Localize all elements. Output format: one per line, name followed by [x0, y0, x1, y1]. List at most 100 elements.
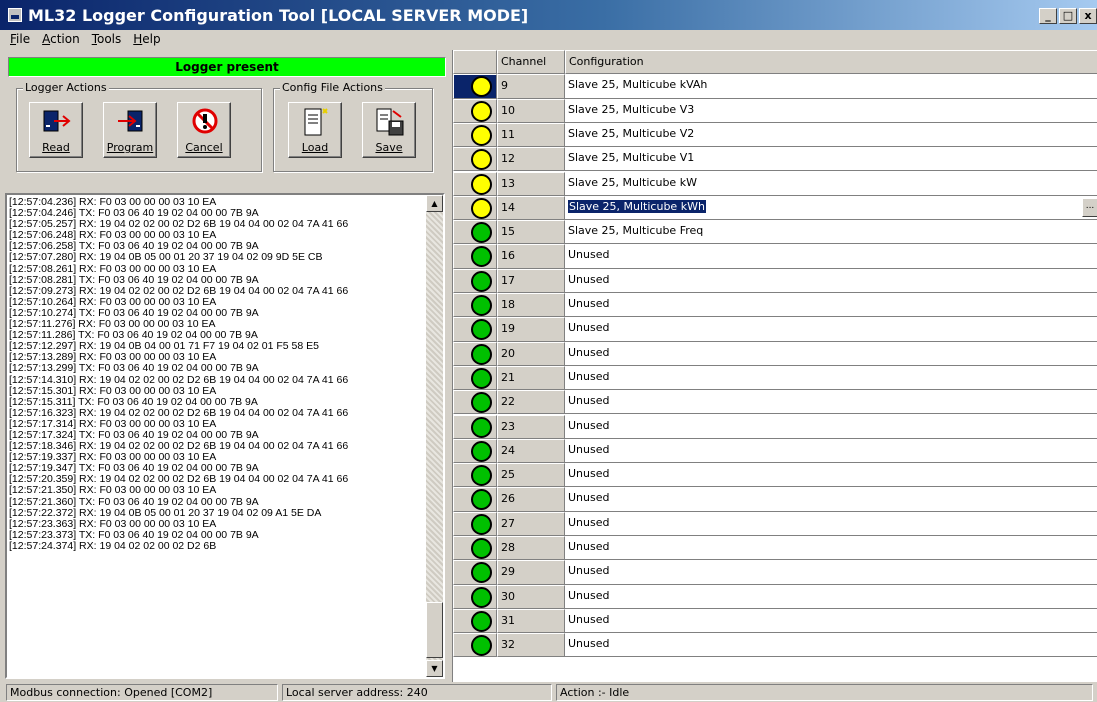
- row-indicator-cell[interactable]: [453, 608, 497, 634]
- row-indicator-cell[interactable]: [453, 390, 497, 415]
- channel-row[interactable]: 13 Slave 25, Multicube kW: [453, 171, 1097, 196]
- configuration-cell[interactable]: Slave 25, Multicube kVAh: [565, 74, 1097, 99]
- channel-cell[interactable]: 22: [497, 390, 565, 415]
- channel-row[interactable]: 30 Unused: [453, 584, 1097, 609]
- row-indicator-cell[interactable]: [453, 365, 497, 391]
- program-button[interactable]: Program: [103, 102, 157, 158]
- configuration-cell[interactable]: Slave 25, Multicube kWh...: [565, 195, 1097, 221]
- configuration-cell[interactable]: Unused: [565, 560, 1097, 585]
- log-scrollbar[interactable]: ▲ ▼: [426, 195, 443, 677]
- channel-cell[interactable]: 9: [497, 74, 565, 99]
- row-indicator-cell[interactable]: [453, 195, 497, 221]
- configuration-cell[interactable]: Unused: [565, 438, 1097, 464]
- channel-cell[interactable]: 12: [497, 147, 565, 172]
- row-indicator-cell[interactable]: [453, 438, 497, 464]
- channel-row[interactable]: 10 Slave 25, Multicube V3: [453, 98, 1097, 123]
- row-indicator-cell[interactable]: [453, 147, 497, 172]
- header-configuration[interactable]: Configuration: [565, 50, 1097, 75]
- cancel-button[interactable]: Cancel: [177, 102, 231, 158]
- row-indicator-cell[interactable]: [453, 633, 497, 658]
- channel-row[interactable]: 24 Unused: [453, 438, 1097, 464]
- channel-cell[interactable]: 16: [497, 244, 565, 269]
- configuration-cell[interactable]: Slave 25, Multicube Freq: [565, 220, 1097, 245]
- channel-row[interactable]: 19 Unused: [453, 317, 1097, 342]
- row-indicator-cell[interactable]: [453, 268, 497, 293]
- menu-action[interactable]: Action: [36, 30, 86, 50]
- edit-config-ellipsis-button[interactable]: ...: [1082, 197, 1097, 217]
- configuration-cell[interactable]: Unused: [565, 317, 1097, 342]
- configuration-cell[interactable]: Unused: [565, 463, 1097, 488]
- channel-row[interactable]: 29 Unused: [453, 560, 1097, 585]
- configuration-cell[interactable]: Unused: [565, 390, 1097, 415]
- row-indicator-cell[interactable]: [453, 536, 497, 561]
- scroll-down-arrow-icon[interactable]: ▼: [426, 660, 443, 677]
- channel-cell[interactable]: 19: [497, 317, 565, 342]
- channel-row[interactable]: 27 Unused: [453, 511, 1097, 536]
- row-indicator-cell[interactable]: [453, 317, 497, 342]
- row-indicator-cell[interactable]: [453, 487, 497, 512]
- row-indicator-cell[interactable]: [453, 74, 497, 99]
- configuration-cell[interactable]: Slave 25, Multicube kW: [565, 171, 1097, 196]
- channel-cell[interactable]: 30: [497, 584, 565, 609]
- channel-cell[interactable]: 32: [497, 633, 565, 658]
- configuration-cell[interactable]: Unused: [565, 293, 1097, 318]
- channel-cell[interactable]: 27: [497, 511, 565, 536]
- configuration-cell[interactable]: Slave 25, Multicube V2: [565, 122, 1097, 148]
- configuration-cell[interactable]: Unused: [565, 268, 1097, 293]
- row-indicator-cell[interactable]: [453, 122, 497, 148]
- channel-row[interactable]: 23 Unused: [453, 414, 1097, 439]
- configuration-cell[interactable]: Unused: [565, 341, 1097, 366]
- row-indicator-cell[interactable]: [453, 414, 497, 439]
- menu-help[interactable]: Help: [127, 30, 166, 50]
- channel-cell[interactable]: 28: [497, 536, 565, 561]
- channel-cell[interactable]: 10: [497, 98, 565, 123]
- channel-cell[interactable]: 24: [497, 438, 565, 464]
- scroll-thumb[interactable]: [426, 602, 443, 658]
- app-icon[interactable]: [8, 8, 22, 22]
- menu-file[interactable]: File: [4, 30, 36, 50]
- channel-row[interactable]: 17 Unused: [453, 268, 1097, 293]
- communication-log[interactable]: [12:57:04.236] RX: F0 03 00 00 00 03 10 …: [5, 193, 445, 679]
- configuration-cell[interactable]: Unused: [565, 365, 1097, 391]
- channel-cell[interactable]: 14: [497, 195, 565, 221]
- channel-cell[interactable]: 17: [497, 268, 565, 293]
- configuration-cell[interactable]: Unused: [565, 244, 1097, 269]
- channel-row[interactable]: 12 Slave 25, Multicube V1: [453, 147, 1097, 172]
- configuration-cell[interactable]: Unused: [565, 633, 1097, 658]
- channel-row[interactable]: 14 Slave 25, Multicube kWh...: [453, 195, 1097, 221]
- channel-row[interactable]: 18 Unused: [453, 293, 1097, 318]
- configuration-cell[interactable]: Unused: [565, 584, 1097, 609]
- channel-row[interactable]: 28 Unused: [453, 536, 1097, 561]
- configuration-cell[interactable]: Unused: [565, 536, 1097, 561]
- channel-row[interactable]: 9 Slave 25, Multicube kVAh: [453, 74, 1097, 99]
- row-indicator-cell[interactable]: [453, 171, 497, 196]
- row-indicator-cell[interactable]: [453, 244, 497, 269]
- channel-row[interactable]: 32 Unused: [453, 633, 1097, 658]
- channel-cell[interactable]: 25: [497, 463, 565, 488]
- channel-row[interactable]: 22 Unused: [453, 390, 1097, 415]
- maximize-button[interactable]: □: [1059, 8, 1077, 24]
- load-button[interactable]: Load: [288, 102, 342, 158]
- channel-row[interactable]: 20 Unused: [453, 341, 1097, 366]
- channel-row[interactable]: 16 Unused: [453, 244, 1097, 269]
- channel-cell[interactable]: 23: [497, 414, 565, 439]
- configuration-cell[interactable]: Unused: [565, 608, 1097, 634]
- row-indicator-cell[interactable]: [453, 584, 497, 609]
- channel-row[interactable]: 25 Unused: [453, 463, 1097, 488]
- scroll-up-arrow-icon[interactable]: ▲: [426, 195, 443, 212]
- menu-tools[interactable]: Tools: [86, 30, 128, 50]
- row-indicator-cell[interactable]: [453, 293, 497, 318]
- read-button[interactable]: Read: [29, 102, 83, 158]
- save-button[interactable]: Save: [362, 102, 416, 158]
- channel-cell[interactable]: 26: [497, 487, 565, 512]
- row-indicator-cell[interactable]: [453, 220, 497, 245]
- channel-cell[interactable]: 15: [497, 220, 565, 245]
- row-indicator-cell[interactable]: [453, 341, 497, 366]
- channel-row[interactable]: 15 Slave 25, Multicube Freq: [453, 220, 1097, 245]
- channel-row[interactable]: 21 Unused: [453, 365, 1097, 391]
- channel-cell[interactable]: 29: [497, 560, 565, 585]
- channel-row[interactable]: 26 Unused: [453, 487, 1097, 512]
- header-channel[interactable]: Channel: [497, 50, 565, 75]
- row-indicator-cell[interactable]: [453, 560, 497, 585]
- configuration-cell[interactable]: Unused: [565, 487, 1097, 512]
